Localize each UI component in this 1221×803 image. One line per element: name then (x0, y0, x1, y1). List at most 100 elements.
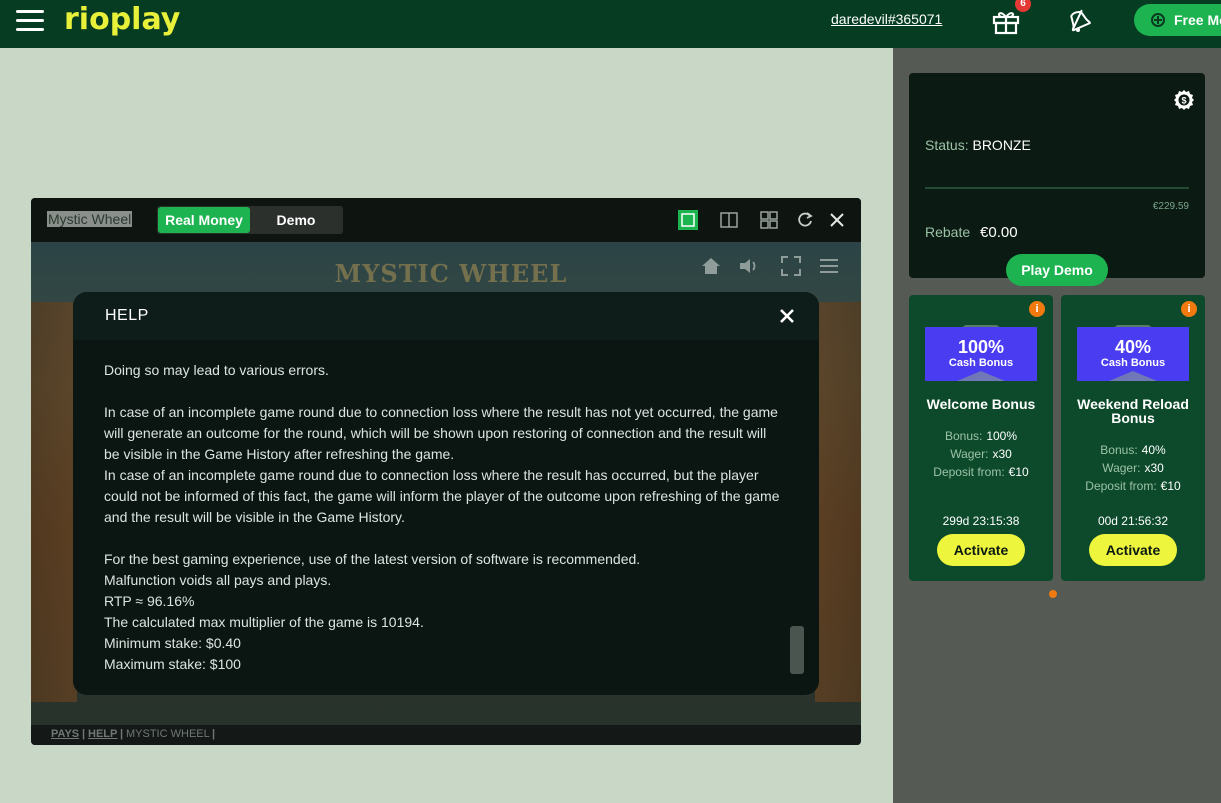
help-paragraph: Minimum stake: $0.40 (104, 635, 241, 651)
bonus-badge: 40% Cash Bonus (1077, 325, 1189, 381)
status-value: BRONZE (972, 137, 1031, 153)
detail-label: Wager: (950, 447, 989, 461)
game-footer: PAYS | HELP | MYSTIC WHEEL | (31, 725, 861, 745)
help-link[interactable]: HELP (88, 728, 117, 740)
help-paragraph: In case of an incomplete game round due … (104, 404, 778, 462)
help-paragraph: For the best gaming experience, use of t… (104, 551, 641, 567)
detail-value: 40% (1141, 443, 1166, 457)
gift-count-badge: 6 (1015, 0, 1031, 12)
refresh-icon[interactable] (795, 210, 815, 230)
detail-label: Wager: (1102, 461, 1141, 475)
right-sidebar: $ Status: BRONZE €229.59 Rebate €0.00 Pl… (893, 48, 1221, 803)
bonus-countdown: 299d 23:15:38 (942, 514, 1020, 528)
free-mode-label: Free Mo (1174, 12, 1221, 28)
help-paragraph: RTP ≈ 96.16% (104, 593, 195, 609)
bonus-detail-row: Bonus: 40% (1061, 441, 1205, 459)
help-paragraph: Malfunction voids all pays and plays. (104, 572, 332, 588)
free-mode-button[interactable]: Free Mo (1134, 4, 1221, 36)
activate-button[interactable]: Activate (1089, 534, 1177, 566)
help-header: HELP (73, 292, 819, 340)
footer-separator: | (82, 728, 86, 740)
close-window-icon[interactable] (827, 210, 847, 230)
rebate-row: Rebate €0.00 (925, 224, 1018, 241)
logo[interactable]: rioplay (64, 2, 180, 37)
real-money-tab[interactable]: Real Money (158, 207, 250, 233)
detail-label: Deposit from: (933, 465, 1005, 479)
footer-separator: | (120, 728, 124, 740)
status-row: Status: BRONZE (925, 137, 1031, 153)
bonus-detail-row: Wager: x30 (1061, 459, 1205, 477)
info-icon[interactable]: i (1181, 301, 1197, 317)
game-menu-icon[interactable] (817, 254, 841, 278)
activate-button[interactable]: Activate (937, 534, 1025, 566)
progress-target: €229.59 (1152, 201, 1189, 212)
gift-icon[interactable] (991, 6, 1021, 36)
sparkle-icon (1151, 13, 1165, 27)
fullscreen-icon[interactable] (779, 254, 803, 278)
sound-icon[interactable] (737, 254, 761, 278)
detail-value: 100% (986, 429, 1018, 443)
close-icon[interactable] (777, 306, 797, 326)
home-icon[interactable] (699, 254, 723, 278)
detail-label: Bonus: (944, 429, 983, 443)
game-art-right (815, 302, 861, 702)
bonus-card-weekend: i 40% Cash Bonus Weekend Reload Bonus Bo… (1061, 295, 1205, 581)
bonus-percent: 100% (957, 337, 1005, 357)
mode-toggle: Real Money Demo (157, 206, 343, 234)
single-view-icon[interactable] (678, 210, 698, 230)
detail-value: €10 (1160, 479, 1181, 493)
bonus-detail-row: Bonus: 100% (909, 427, 1053, 445)
help-title: HELP (105, 307, 149, 324)
top-navbar: rioplay daredevil#365071 6 Free Mo (0, 0, 1221, 48)
footer-game-name: MYSTIC WHEEL (126, 728, 210, 740)
bonus-details: Bonus: 40% Wager: x30 Deposit from: €10 (1061, 441, 1205, 495)
bonus-card-welcome: i 100% Cash Bonus Welcome Bonus Bonus: 10… (909, 295, 1053, 581)
rebate-value: €0.00 (980, 224, 1018, 241)
menu-icon[interactable] (16, 10, 44, 32)
detail-label: Bonus: (1100, 443, 1138, 457)
split-view-icon[interactable] (719, 210, 739, 230)
bonus-title: Weekend Reload Bonus (1077, 396, 1189, 426)
game-canvas[interactable]: MYSTIC WHEEL HELP Doing so may lead to v… (31, 242, 861, 725)
help-paragraph: In case of an incomplete game round due … (104, 467, 780, 525)
detail-value: x30 (992, 447, 1012, 461)
carousel-indicator[interactable] (1049, 590, 1057, 598)
rebate-label: Rebate (925, 224, 971, 240)
help-content: Doing so may lead to various errors. In … (104, 360, 784, 675)
status-card: $ Status: BRONZE €229.59 Rebate €0.00 Pl… (909, 73, 1205, 286)
help-paragraph: Maximum stake: $100 (104, 656, 241, 672)
bonus-percent: 40% (1114, 337, 1152, 357)
bonus-title: Welcome Bonus (926, 396, 1036, 412)
pays-link[interactable]: PAYS (51, 728, 79, 740)
bonus-badge: 100% Cash Bonus (925, 325, 1037, 381)
info-icon[interactable]: i (1029, 301, 1045, 317)
bonus-type: Cash Bonus (1100, 357, 1166, 369)
help-paragraph: Doing so may lead to various errors. (104, 362, 329, 378)
bonus-type: Cash Bonus (948, 357, 1014, 369)
status-label: Status: (925, 137, 969, 153)
game-title: Mystic Wheel (47, 211, 133, 227)
game-art-left (31, 302, 77, 702)
username-link[interactable]: daredevil#365071 (831, 11, 942, 27)
help-paragraph: The calculated max multiplier of the gam… (104, 614, 424, 630)
help-dialog: HELP Doing so may lead to various errors… (73, 292, 819, 695)
footer-separator: | (212, 728, 216, 740)
game-window-toolbar: Mystic Wheel Real Money Demo (31, 198, 861, 242)
detail-label: Deposit from: (1085, 479, 1157, 493)
play-demo-button[interactable]: Play Demo (1006, 254, 1108, 286)
dollar-gear-icon[interactable]: $ (1173, 89, 1195, 111)
svg-text:$: $ (1181, 96, 1186, 106)
status-progress-bar (925, 187, 1189, 189)
bonus-detail-row: Deposit from: €10 (1061, 477, 1205, 495)
detail-value: €10 (1008, 465, 1029, 479)
bell-icon[interactable] (1064, 6, 1092, 34)
demo-tab[interactable]: Demo (253, 207, 339, 233)
game-logo-art: MYSTIC WHEEL (334, 259, 568, 288)
bonus-countdown: 00d 21:56:32 (1097, 514, 1169, 528)
detail-value: x30 (1144, 461, 1164, 475)
grid-view-icon[interactable] (759, 210, 779, 230)
bonus-details: Bonus: 100% Wager: x30 Deposit from: €10 (909, 427, 1053, 481)
bonus-detail-row: Deposit from: €10 (909, 463, 1053, 481)
help-scrollbar[interactable] (790, 626, 804, 674)
bonus-detail-row: Wager: x30 (909, 445, 1053, 463)
